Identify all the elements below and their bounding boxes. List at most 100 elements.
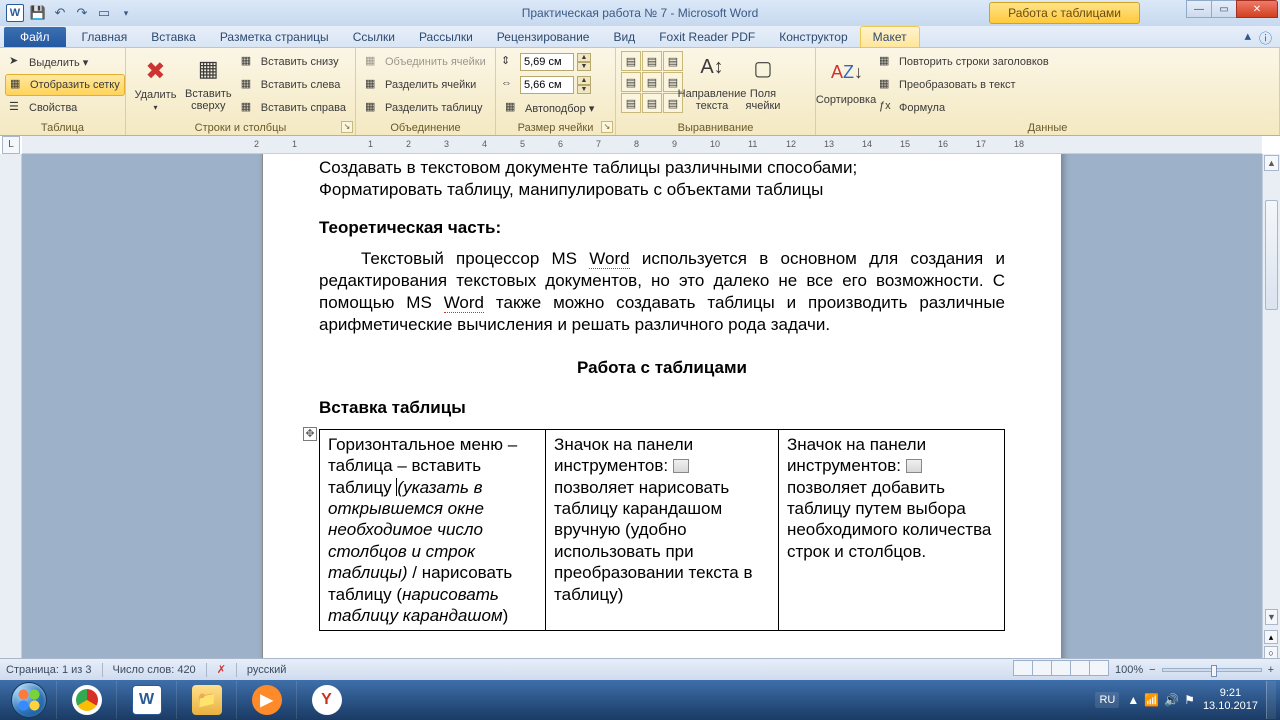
save-icon[interactable]: 💾 [30, 5, 46, 21]
scroll-thumb[interactable] [1265, 200, 1278, 310]
alignment-grid[interactable]: ▤▤▤ ▤▤▤ ▤▤▤ [621, 51, 683, 113]
show-grid-button[interactable]: ▦Отобразить сетку [5, 74, 125, 96]
tab-selector[interactable]: L [2, 136, 20, 154]
split-table-icon: ▦ [365, 100, 381, 116]
page-status[interactable]: Страница: 1 из 3 [6, 664, 92, 676]
table-cell[interactable]: Горизонтальное меню – таблица – вставить… [320, 429, 546, 631]
tab-home[interactable]: Главная [70, 27, 140, 47]
tab-design[interactable]: Конструктор [767, 27, 859, 47]
split-cells-button[interactable]: ▦Разделить ячейки [361, 74, 490, 96]
tray-flag-icon[interactable]: ▲ [1127, 693, 1139, 707]
convert-text-button[interactable]: ▦Преобразовать в текст [875, 74, 1053, 96]
align-bc[interactable]: ▤ [642, 93, 662, 113]
tray-network-icon[interactable]: 📶 [1144, 693, 1159, 707]
dialog-launcher[interactable]: ↘ [601, 121, 613, 133]
horizontal-ruler[interactable]: 21 123 456 789 101112 131415 161718 [22, 136, 1262, 154]
qat-more-icon[interactable]: ▾ [118, 5, 134, 21]
align-tr[interactable]: ▤ [663, 51, 683, 71]
align-bl[interactable]: ▤ [621, 93, 641, 113]
tab-view[interactable]: Вид [601, 27, 647, 47]
undo-icon[interactable]: ↶ [52, 5, 68, 21]
tab-review[interactable]: Рецензирование [485, 27, 602, 47]
insert-above-button[interactable]: ▦Вставить сверху [184, 51, 233, 117]
spin-down[interactable]: ▼ [577, 62, 591, 71]
table-cell[interactable]: Значок на панели инструментов: позволяет… [546, 429, 779, 631]
zoom-level[interactable]: 100% [1115, 664, 1143, 676]
align-tc[interactable]: ▤ [642, 51, 662, 71]
taskbar-explorer[interactable]: 📁 [176, 681, 236, 719]
scroll-down-button[interactable]: ▼ [1265, 609, 1278, 625]
col-width-input[interactable] [520, 76, 574, 94]
repeat-header-button[interactable]: ▦Повторить строки заголовков [875, 51, 1053, 73]
tab-page-layout[interactable]: Разметка страницы [208, 27, 341, 47]
align-mc[interactable]: ▤ [642, 72, 662, 92]
vertical-scrollbar[interactable]: ▲ ▼ ▴ ○ ▾ [1262, 154, 1280, 680]
tab-insert[interactable]: Вставка [139, 27, 208, 47]
heading: Теоретическая часть: [319, 217, 1005, 239]
insert-right-button[interactable]: ▦Вставить справа [237, 97, 350, 119]
sort-button[interactable]: AZ↓Сортировка [821, 51, 871, 117]
tab-mailings[interactable]: Рассылки [407, 27, 485, 47]
help-icon[interactable]: ⓘ [1259, 28, 1272, 47]
minimize-button[interactable]: — [1186, 0, 1212, 18]
vertical-ruler[interactable] [0, 154, 22, 680]
language-indicator[interactable]: RU [1095, 692, 1119, 708]
insert-above-icon: ▦ [193, 56, 223, 86]
maximize-button[interactable]: ▭ [1211, 0, 1237, 18]
spin-down[interactable]: ▼ [577, 85, 591, 94]
split-table-button[interactable]: ▦Разделить таблицу [361, 97, 490, 119]
scroll-up-button[interactable]: ▲ [1264, 155, 1279, 171]
group-label: Размер ячейки [501, 121, 610, 134]
taskbar-yandex[interactable]: Y [296, 681, 356, 719]
row-height-input[interactable] [520, 53, 574, 71]
clock[interactable]: 9:2113.10.2017 [1203, 687, 1258, 712]
start-button[interactable] [2, 681, 56, 719]
text-direction-button[interactable]: A↕Направление текста [687, 51, 737, 117]
merge-cells-button[interactable]: ▦Объединить ячейки [361, 51, 490, 73]
group-cell-size: ⇕▲▼ ⇔▲▼ ▦Автоподбор ▾ Размер ячейки ↘ [496, 48, 616, 135]
table-move-handle[interactable]: ✥ [303, 427, 317, 441]
spin-up[interactable]: ▲ [577, 53, 591, 62]
taskbar-word[interactable]: W [116, 681, 176, 719]
view-buttons[interactable] [1014, 660, 1109, 679]
tray-volume-icon[interactable]: 🔊 [1164, 693, 1179, 707]
select-button[interactable]: ➤Выделить ▾ [5, 51, 125, 73]
tab-foxit[interactable]: Foxit Reader PDF [647, 27, 767, 47]
align-ml[interactable]: ▤ [621, 72, 641, 92]
zoom-slider[interactable] [1162, 668, 1262, 672]
group-data: AZ↓Сортировка ▦Повторить строки заголовк… [816, 48, 1280, 135]
page[interactable]: Создавать в текстовом документе таблицы … [262, 154, 1062, 672]
tab-references[interactable]: Ссылки [341, 27, 407, 47]
table-cell[interactable]: Значок на панели инструментов: позволяет… [778, 429, 1004, 631]
autofit-button[interactable]: ▦Автоподбор ▾ [501, 97, 598, 119]
row-height-spinner[interactable]: ⇕▲▼ [501, 51, 598, 73]
close-button[interactable]: ✕ [1236, 0, 1278, 18]
minimize-ribbon-icon[interactable]: ▴ [1244, 28, 1251, 47]
show-desktop-button[interactable] [1266, 681, 1276, 719]
formula-button[interactable]: ƒxФормула [875, 97, 1053, 119]
prev-page-button[interactable]: ▴ [1264, 630, 1278, 644]
cell-margins-button[interactable]: ▢Поля ячейки [741, 51, 785, 117]
new-icon[interactable]: ▭ [96, 5, 112, 21]
tab-file[interactable]: Файл [4, 27, 66, 47]
zoom-out-button[interactable]: − [1149, 664, 1155, 676]
tab-layout[interactable]: Макет [860, 26, 920, 47]
properties-button[interactable]: ☰Свойства [5, 97, 125, 119]
col-width-spinner[interactable]: ⇔▲▼ [501, 74, 598, 96]
insert-below-button[interactable]: ▦Вставить снизу [237, 51, 350, 73]
proofing-icon[interactable]: ✗ [217, 663, 226, 676]
tray-action-icon[interactable]: ⚑ [1184, 693, 1195, 707]
align-tl[interactable]: ▤ [621, 51, 641, 71]
taskbar-chrome[interactable] [56, 681, 116, 719]
zoom-in-button[interactable]: + [1268, 664, 1274, 676]
redo-icon[interactable]: ↷ [74, 5, 90, 21]
word-count[interactable]: Число слов: 420 [113, 664, 196, 676]
language-status[interactable]: русский [247, 664, 286, 676]
content-table[interactable]: Горизонтальное меню – таблица – вставить… [319, 429, 1005, 632]
taskbar-media[interactable]: ▶ [236, 681, 296, 719]
body-paragraph: Текстовый процессор MS Word используется… [319, 248, 1005, 335]
dialog-launcher[interactable]: ↘ [341, 121, 353, 133]
spin-up[interactable]: ▲ [577, 76, 591, 85]
delete-button[interactable]: ✖Удалить▾ [131, 51, 180, 117]
insert-left-button[interactable]: ▦Вставить слева [237, 74, 350, 96]
